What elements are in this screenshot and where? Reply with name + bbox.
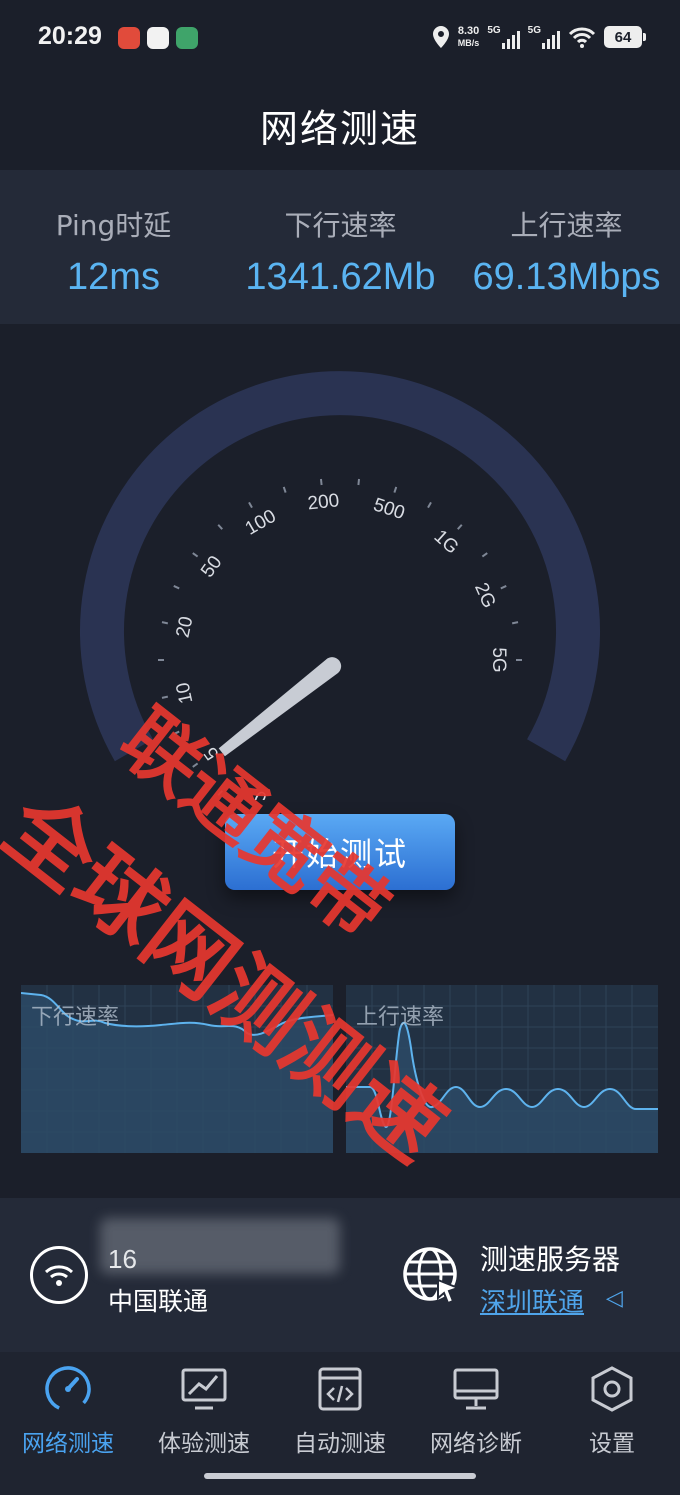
gauge-tick [161,621,169,625]
caret-left-icon[interactable]: ◁ [606,1286,623,1311]
gauge-tick [357,478,361,486]
speed-gauge: 0 5 10 20 50 100 200 500 1G2G 5G [80,371,600,800]
gauge-tick-label: 50 [197,552,226,581]
globe-server-icon [403,1247,460,1304]
server-label: 测速服务器 [480,1243,621,1276]
gauge-tick [319,478,323,486]
app-notification-icon [147,27,169,49]
upload-chart-title: 上行速率 [356,1005,445,1030]
gauge-tick [500,585,507,590]
gauge-tick-label: 10 [173,680,198,705]
signal-2: 5G [528,25,560,49]
code-window-icon [318,1367,362,1411]
app-notification-icon [176,27,198,49]
gauge-tick [173,730,180,735]
gauge-tick [282,486,287,493]
gauge-needle [218,657,342,757]
nav-item-diagnosis[interactable]: 网络诊断 [408,1364,544,1458]
gauge-tick [481,552,488,558]
nav-item-speed-test[interactable]: 网络测速 [0,1364,136,1458]
network-speed: 8.30 MB/s [457,25,480,48]
gauge-tick [511,621,519,625]
gauge-tick [217,790,223,796]
signal-bars-icon [501,31,520,49]
home-indicator[interactable] [204,1473,476,1479]
download-chart: 下行速率 [21,985,333,1153]
gauge-tick-label: 5 [200,743,223,764]
app-notification-icon [118,27,140,49]
gauge-tick [248,501,253,509]
isp-name: 中国联通 [108,1287,209,1316]
upload-metric: 上行速率 69.13Mbps [472,209,661,298]
gauge-tick-label: 5G [488,647,509,672]
download-metric: 下行速率 1341.62Mb [245,209,436,298]
wifi-icon [30,1246,88,1304]
gauge-tick [192,762,199,768]
location-icon [432,26,449,48]
page-title: 网络测速 [259,107,420,151]
network-info-card: 16 中国联通 测速服务器 深圳联通 ◁ [0,1198,680,1352]
start-test-button[interactable]: 开始测试 [225,814,455,890]
server-select-link[interactable]: 深圳联通 [480,1282,584,1319]
upload-chart: 上行速率 [346,985,658,1153]
chart-monitor-icon [181,1368,227,1410]
gauge-tick [427,501,432,509]
wifi-icon [568,27,596,48]
gauge-tick-label: 2G [470,580,499,612]
signal-1: 5G [487,25,520,49]
gauge-tick-label: 200 [307,490,341,514]
gauge-tick [393,486,398,493]
gauge-tick-label: 0 [251,786,271,800]
gauge-tick [161,695,169,699]
monitor-icon [453,1368,499,1410]
hexagon-gear-icon [591,1366,633,1412]
gauge-tick-label: 1G [430,526,463,559]
nav-item-auto-test[interactable]: 自动测速 [272,1364,408,1458]
ip-redaction [100,1218,340,1274]
gauge-ring [80,371,600,762]
status-time: 20:29 [38,22,102,50]
gauge-tick-label: 100 [242,506,280,540]
gauge-tick-label: 500 [371,494,408,524]
download-chart-title: 下行速率 [31,1005,120,1030]
signal-bars-icon [542,31,560,49]
status-bar: 20:29 8.30 MB/s 5G 5G 64 [0,0,680,76]
gauge-tick [217,524,223,530]
nav-item-experience-test[interactable]: 体验测速 [136,1364,272,1458]
gauge-tick [192,552,199,558]
gauge-tick-label: 20 [173,615,198,640]
gauge-tick [173,585,180,590]
gauge-tick [457,524,463,530]
ping-metric: Ping时延 12ms [55,209,172,298]
nav-item-settings[interactable]: 设置 [544,1364,680,1458]
battery-indicator: 64 [604,26,646,48]
speedometer-icon [45,1366,91,1412]
metrics-panel: Ping时延 12ms 下行速率 1341.62Mb 上行速率 69.13Mbp… [0,170,680,324]
